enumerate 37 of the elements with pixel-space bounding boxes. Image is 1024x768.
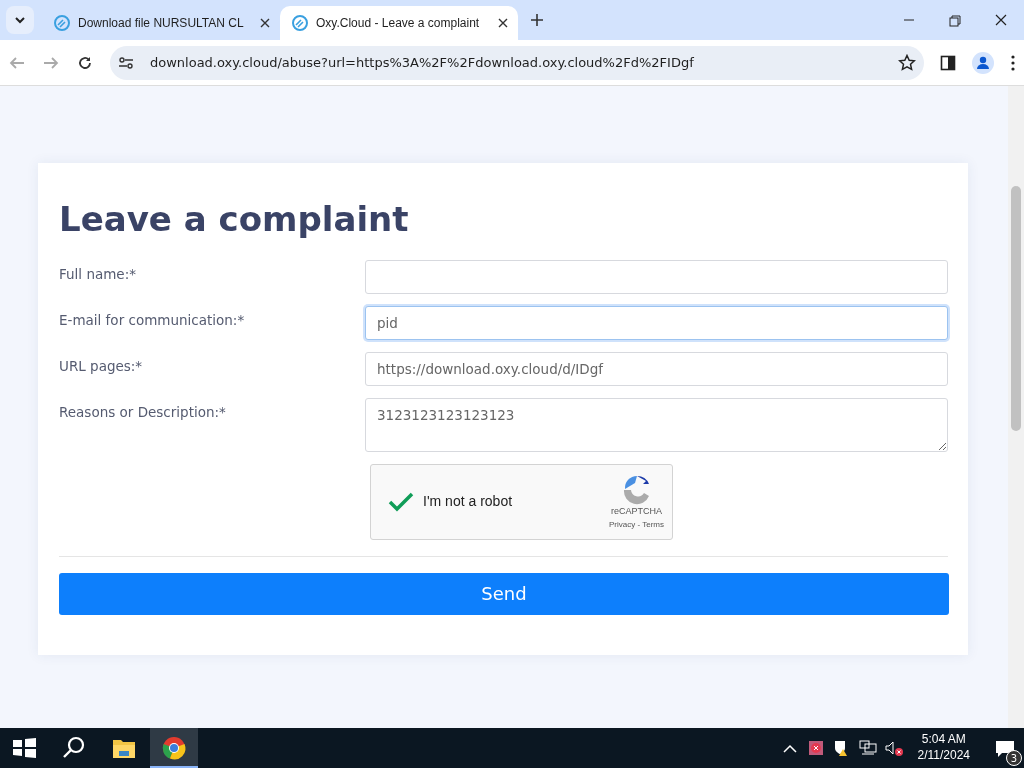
tab-list-icon[interactable] (6, 6, 34, 34)
site-logo-icon (54, 15, 70, 31)
clock-date: 2/11/2024 (917, 748, 970, 764)
new-tab-icon[interactable] (530, 13, 544, 27)
close-icon[interactable] (496, 16, 510, 30)
network-icon[interactable] (857, 738, 878, 758)
input-field[interactable]: pid (365, 305, 948, 340)
browser-tab[interactable]: Download file NURSULTAN CL (42, 6, 280, 40)
more-menu-icon[interactable] (1010, 53, 1016, 72)
close-icon[interactable] (993, 13, 1009, 27)
chrome-icon[interactable] (150, 728, 198, 768)
scroll-thumb[interactable] (1011, 186, 1021, 431)
close-icon[interactable] (258, 16, 272, 30)
input-field[interactable] (365, 259, 948, 294)
input-field[interactable]: https://download.oxy.cloud/d/IDgf (365, 351, 948, 386)
notification-count: 3 (1006, 750, 1022, 766)
scrollbar[interactable] (1008, 86, 1024, 728)
captcha-links[interactable]: Privacy - Terms (609, 518, 664, 531)
site-logo-icon (292, 15, 308, 31)
send-button[interactable]: Send (59, 572, 949, 615)
text-area[interactable]: 3123123123123123 (365, 397, 948, 452)
site-settings-icon (118, 54, 134, 71)
captcha-label: I'm not a robot (423, 492, 514, 512)
clock-time: 5:04 AM (921, 732, 966, 748)
field-label: Full name:* (59, 264, 137, 284)
field-label: URL pages:* (59, 356, 144, 376)
captcha-brand: reCAPTCHA (611, 505, 662, 519)
restore-icon[interactable] (947, 13, 963, 27)
page-heading: Leave a complaint (59, 199, 410, 240)
browser-tab[interactable]: Oxy.Cloud - Leave a complaint (280, 6, 518, 40)
profile-icon[interactable] (972, 51, 994, 74)
field-label: Reasons or Description:* (59, 402, 227, 422)
address-bar[interactable]: download.oxy.cloud/abuse?url=https%3A%2F%2Fdownload.oxy.cloud%2Fd%2FIDgf (110, 45, 924, 80)
clock[interactable]: 5:04 AM 2/11/2024 (917, 732, 970, 764)
side-panel-icon[interactable] (940, 54, 956, 71)
star-icon[interactable] (898, 53, 916, 72)
field-label: E-mail for communication:* (59, 310, 246, 330)
